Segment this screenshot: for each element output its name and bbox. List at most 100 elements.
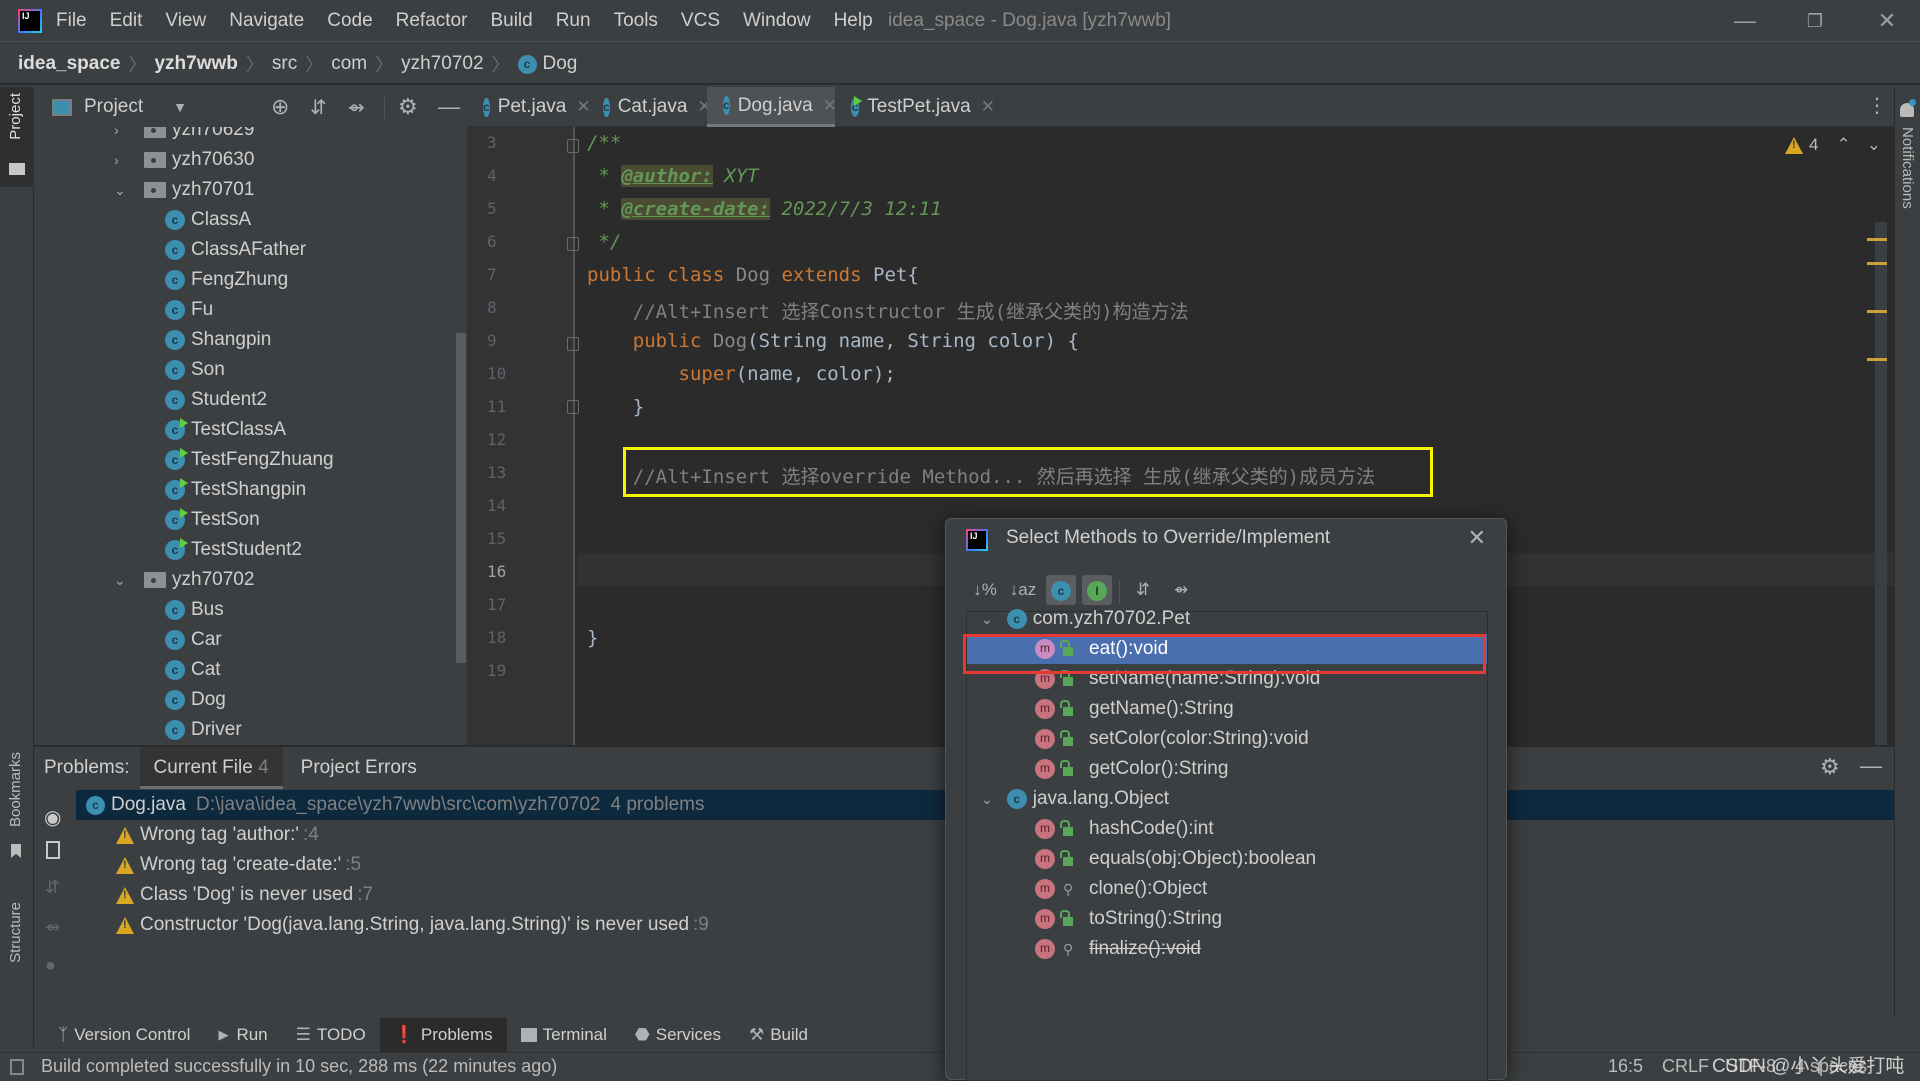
collapse-all-icon[interactable]: ⇴ — [45, 917, 60, 938]
error-stripe-mark[interactable] — [1867, 310, 1887, 313]
tree-class[interactable]: c Dog — [165, 685, 226, 715]
menu-refactor[interactable]: Refactor — [396, 10, 468, 32]
chevron-down-icon[interactable]: ⌄ — [981, 791, 993, 808]
tab-cat-java[interactable]: c Cat.java ✕ — [587, 87, 712, 127]
close-tab-icon[interactable]: ✕ — [981, 97, 995, 117]
tree-runnable-class[interactable]: c TestStudent2 — [165, 535, 302, 565]
bookmarks-tool-tab[interactable]: Bookmarks — [0, 752, 34, 862]
code-line-10[interactable]: super(name, color); — [587, 363, 896, 385]
fold-icon[interactable] — [567, 400, 579, 414]
previous-highlight-icon[interactable]: ⌃ — [1836, 135, 1850, 155]
next-highlight-icon[interactable]: ⌄ — [1867, 135, 1881, 155]
tree-class[interactable]: c Student2 — [165, 385, 267, 415]
tree-package[interactable]: ⌄ yzh70701 — [114, 175, 254, 205]
problem-item[interactable]: Wrong tag 'author:':4 — [116, 820, 319, 850]
expand-all-icon[interactable]: ⇵ — [1128, 575, 1158, 605]
structure-tool-tab[interactable]: Structure — [0, 902, 34, 1002]
tree-class[interactable]: c ClassAFather — [165, 235, 306, 265]
tree-class[interactable]: c ClassA — [165, 205, 251, 235]
expand-all-icon[interactable]: ⇵ — [45, 877, 60, 898]
breadcrumb-item[interactable]: idea_space — [18, 53, 120, 75]
tree-package[interactable]: › yzh70630 — [114, 145, 254, 175]
menu-tools[interactable]: Tools — [614, 10, 658, 32]
menu-vcs[interactable]: VCS — [681, 10, 720, 32]
method-item[interactable]: m hashCode():int — [967, 814, 1487, 844]
method-group[interactable]: ⌄ c java.lang.Object — [967, 784, 1487, 814]
editor-scrollbar[interactable] — [1875, 222, 1887, 750]
tab-problems[interactable]: ❗ Problems — [379, 1018, 507, 1052]
tree-class[interactable]: c Fu — [165, 295, 213, 325]
problem-item[interactable]: Constructor 'Dog(java.lang.String, java.… — [116, 910, 709, 940]
code-line-3[interactable]: /** — [587, 132, 621, 154]
inspection-widget[interactable]: 4 ⌃ ⌄ — [1785, 135, 1881, 155]
tree-class[interactable]: c FengZhung — [165, 265, 288, 295]
tab-current-file[interactable]: Current File 4 — [139, 747, 283, 789]
menu-edit[interactable]: Edit — [110, 10, 143, 32]
dropdown-arrow-icon[interactable]: ▼ — [173, 99, 187, 115]
expand-all-icon[interactable]: ⇵ — [310, 95, 327, 120]
method-item[interactable]: m getColor():String — [967, 754, 1487, 784]
scrollbar-thumb[interactable] — [456, 333, 466, 663]
code-line-8[interactable]: //Alt+Insert 选择Constructor 生成(继承父类的)构造方法 — [587, 297, 1189, 324]
code-line-11[interactable]: } — [587, 396, 644, 418]
gear-icon[interactable]: ⚙ — [1820, 754, 1840, 780]
code-line-18[interactable]: } — [587, 627, 598, 649]
show-interfaces-toggle[interactable]: I — [1082, 575, 1112, 605]
menu-run[interactable]: Run — [556, 10, 591, 32]
close-dialog-button[interactable]: ✕ — [1468, 525, 1486, 551]
method-item[interactable]: m toString():String — [967, 904, 1487, 934]
layout-toggle-icon[interactable] — [10, 1059, 24, 1075]
fold-icon[interactable] — [567, 139, 579, 153]
restore-button[interactable]: ❐ — [1800, 8, 1830, 34]
tree-class[interactable]: c Driver — [165, 715, 242, 745]
code-line-4[interactable]: * @author: XYT — [587, 165, 759, 187]
problem-item[interactable]: Wrong tag 'create-date:':5 — [116, 850, 361, 880]
chevron-down-icon[interactable]: ⌄ — [114, 572, 128, 589]
chevron-down-icon[interactable]: ⌄ — [981, 611, 993, 628]
error-stripe-mark[interactable] — [1867, 262, 1887, 265]
tab-build[interactable]: ⚒ Build — [735, 1018, 822, 1052]
breadcrumb-item[interactable]: com — [331, 53, 367, 75]
method-item[interactable]: m getName():String — [967, 694, 1487, 724]
menu-navigate[interactable]: Navigate — [229, 10, 304, 32]
tree-runnable-class[interactable]: c TestSon — [165, 505, 260, 535]
collapse-all-icon[interactable]: ⇴ — [1166, 575, 1196, 605]
tab-pet-java[interactable]: c Pet.java ✕ — [467, 87, 591, 127]
collapse-all-icon[interactable]: ⇴ — [348, 95, 365, 120]
code-line-5[interactable]: * @create-date: 2022/7/3 12:11 — [587, 198, 942, 220]
tree-package[interactable]: › yzh70629 — [114, 127, 254, 145]
sort-alphabetically-icon[interactable]: ↓az — [1008, 575, 1038, 605]
menu-build[interactable]: Build — [490, 10, 532, 32]
caret-position[interactable]: 16:5 — [1608, 1056, 1643, 1077]
chevron-down-icon[interactable]: ⌄ — [114, 182, 128, 199]
close-window-button[interactable]: ✕ — [1872, 8, 1902, 34]
tab-testpet-java[interactable]: c TestPet.java ✕ — [835, 87, 995, 127]
method-item[interactable]: m equals(obj:Object):boolean — [967, 844, 1487, 874]
tab-project-errors[interactable]: Project Errors — [283, 757, 435, 779]
tab-version-control[interactable]: ᛉ Version Control — [44, 1018, 204, 1052]
tree-class[interactable]: c Car — [165, 625, 222, 655]
project-view-select[interactable]: Project — [84, 96, 143, 118]
tab-dog-java[interactable]: c Dog.java ✕ — [707, 87, 837, 127]
menu-file[interactable]: File — [56, 10, 87, 32]
tree-class[interactable]: c Bus — [165, 595, 224, 625]
preview-icon[interactable] — [46, 841, 60, 859]
fold-icon[interactable] — [567, 237, 579, 251]
status-message[interactable]: Build completed successfully in 10 sec, … — [41, 1056, 557, 1077]
tab-run[interactable]: ▶ Run — [204, 1018, 281, 1052]
breadcrumb-item[interactable]: yzh7wwb — [154, 53, 237, 75]
method-item[interactable]: m ⚲ clone():Object — [967, 874, 1487, 904]
fold-icon[interactable] — [567, 337, 579, 351]
breadcrumb-item[interactable]: yzh70702 — [401, 53, 483, 75]
menu-view[interactable]: View — [165, 10, 206, 32]
breadcrumb-item[interactable]: Dog — [543, 53, 578, 75]
hide-panel-icon[interactable]: — — [1860, 753, 1882, 779]
locate-file-icon[interactable]: ⊕ — [271, 94, 289, 120]
tree-runnable-class[interactable]: c TestShangpin — [165, 475, 306, 505]
more-tabs-icon[interactable]: ⋮ — [1867, 93, 1887, 118]
sort-by-percent-icon[interactable]: ↓% — [970, 575, 1000, 605]
chevron-right-icon[interactable]: › — [114, 127, 128, 138]
minimize-button[interactable]: — — [1730, 8, 1760, 34]
tree-class[interactable]: c Cat — [165, 655, 221, 685]
hide-panel-icon[interactable]: — — [438, 94, 460, 120]
